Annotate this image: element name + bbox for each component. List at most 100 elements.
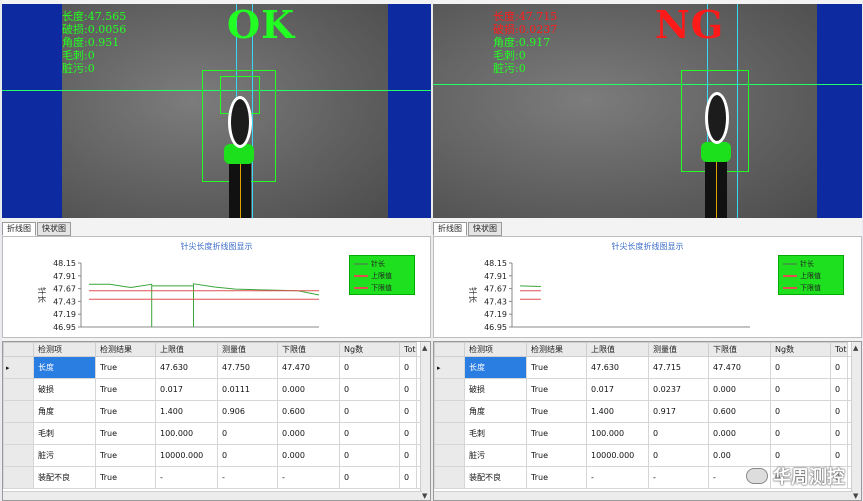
table-cell[interactable]: 0 [399,378,417,401]
column-header[interactable]: Tot [399,342,417,357]
table-cell[interactable]: 47.630 [586,356,649,379]
row-header[interactable] [434,466,465,489]
table-cell[interactable]: - [586,466,649,489]
scroll-down-icon[interactable]: ▼ [853,492,858,500]
table-cell[interactable]: 0 [770,356,831,379]
table-cell[interactable]: 47.470 [708,356,771,379]
table-cell[interactable]: 0.017 [155,378,218,401]
table-cell[interactable]: 0 [339,378,400,401]
table-cell[interactable]: 47.470 [277,356,340,379]
table-cell[interactable]: 0 [339,400,400,423]
table-row[interactable]: 脏污 True 10000.000 0 0.000 0 0 [3,444,422,467]
table-cell[interactable]: 0 [217,422,278,445]
row-header[interactable] [434,378,465,401]
table-cell[interactable]: 0.000 [708,378,771,401]
vertical-scrollbar[interactable]: ▲ ▼ [851,342,861,500]
table-cell[interactable]: - [648,466,709,489]
column-header[interactable]: 下限值 [708,342,771,357]
table-cell[interactable]: 47.715 [648,356,709,379]
table-cell[interactable]: 装配不良 [464,466,527,489]
column-header[interactable]: 检测结果 [95,342,156,357]
row-header[interactable]: ▸ [3,356,34,379]
column-header[interactable]: 检测项 [464,342,527,357]
table-cell[interactable]: True [526,378,587,401]
table-cell[interactable]: 1.400 [155,400,218,423]
row-header[interactable] [434,400,465,423]
table-cell[interactable]: 10000.000 [586,444,649,467]
column-header[interactable]: Ng数 [770,342,831,357]
table-cell[interactable]: True [526,400,587,423]
table-row[interactable]: ▸ 长度 True 47.630 47.750 47.470 0 0 [3,356,422,379]
table-cell[interactable]: 0 [830,400,848,423]
table-cell[interactable]: - [277,466,340,489]
table-cell[interactable]: 角度 [464,400,527,423]
row-header[interactable] [3,400,34,423]
table-cell[interactable]: 0 [770,378,831,401]
table-cell[interactable]: 角度 [33,400,96,423]
table-cell[interactable]: - [155,466,218,489]
table-cell[interactable]: 毛刺 [33,422,96,445]
table-cell[interactable]: 0.017 [586,378,649,401]
horizontal-scrollbar[interactable] [3,491,422,500]
column-header[interactable]: 测量值 [648,342,709,357]
column-header[interactable]: Tot [830,342,848,357]
table-cell[interactable]: 0 [830,378,848,401]
horizontal-scrollbar[interactable] [434,491,853,500]
table-cell[interactable]: 0 [399,466,417,489]
column-header[interactable]: Ng数 [339,342,400,357]
table-cell[interactable]: 毛刺 [464,422,527,445]
table-cell[interactable]: 0.600 [277,400,340,423]
table-cell[interactable]: True [95,422,156,445]
table-cell[interactable]: 0.000 [277,378,340,401]
table-cell[interactable]: 脏污 [33,444,96,467]
table-cell[interactable]: 10000.000 [155,444,218,467]
table-cell[interactable]: - [217,466,278,489]
table-cell[interactable]: 0.906 [217,400,278,423]
tab-line-chart[interactable]: 折线图 [433,222,467,236]
table-cell[interactable]: 0 [399,356,417,379]
row-header[interactable] [434,422,465,445]
row-header[interactable]: ▸ [434,356,465,379]
table-cell[interactable]: 47.630 [155,356,218,379]
column-header[interactable]: 检测项 [33,342,96,357]
table-cell[interactable]: 0.000 [277,444,340,467]
table-row[interactable]: 装配不良 True - - -0 0 [3,466,422,489]
table-cell[interactable]: 0 [770,400,831,423]
row-header[interactable] [3,422,34,445]
table-cell[interactable]: 0 [830,422,848,445]
table-row[interactable]: 毛刺 True 100.000 0 0.000 0 0 [434,422,853,445]
table-cell[interactable]: 0 [830,356,848,379]
table-cell[interactable]: True [95,466,156,489]
column-header[interactable]: 检测结果 [526,342,587,357]
table-row[interactable]: 破损 True 0.017 0.0237 0.000 0 0 [434,378,853,401]
scroll-up-icon[interactable]: ▲ [853,344,858,352]
table-row[interactable]: ▸ 长度 True 47.630 47.715 47.470 0 0 [434,356,853,379]
table-cell[interactable]: True [95,400,156,423]
vertical-scrollbar[interactable]: ▲ ▼ [420,342,430,500]
scroll-up-icon[interactable]: ▲ [422,344,427,352]
table-cell[interactable]: 长度 [33,356,96,379]
table-row[interactable]: 角度 True 1.400 0.906 0.600 0 0 [3,400,422,423]
table-cell[interactable]: True [526,444,587,467]
table-cell[interactable]: 长度 [464,356,527,379]
table-cell[interactable]: 装配不良 [33,466,96,489]
column-header[interactable] [434,342,465,357]
table-cell[interactable]: 100.000 [586,422,649,445]
table-cell[interactable]: 0 [770,422,831,445]
table-cell[interactable]: 0.600 [708,400,771,423]
table-cell[interactable]: 脏污 [464,444,527,467]
scroll-down-icon[interactable]: ▼ [422,492,427,500]
tab-bar-chart[interactable]: 快状图 [468,222,502,236]
column-header[interactable]: 上限值 [155,342,218,357]
table-cell[interactable]: 0.000 [277,422,340,445]
tab-bar-chart[interactable]: 快状图 [37,222,71,236]
table-cell[interactable]: 0 [339,466,400,489]
column-header[interactable]: 测量值 [217,342,278,357]
table-cell[interactable]: 0.917 [648,400,709,423]
table-cell[interactable]: 0 [648,444,709,467]
tab-line-chart[interactable]: 折线图 [2,222,36,236]
table-cell[interactable]: True [526,422,587,445]
table-cell[interactable]: 0.000 [708,422,771,445]
table-cell[interactable]: 0 [339,356,400,379]
column-header[interactable] [3,342,34,357]
